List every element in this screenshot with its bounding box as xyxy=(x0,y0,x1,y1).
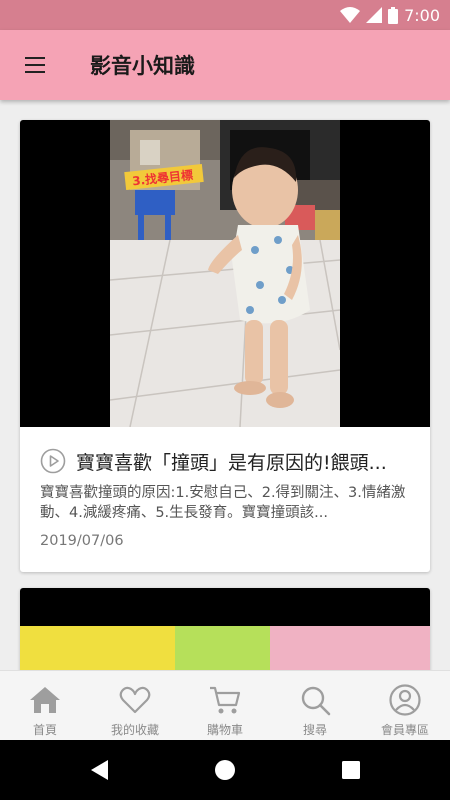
signal-icon xyxy=(366,7,383,23)
nav-account-label: 會員專區 xyxy=(380,723,429,737)
nav-favorites[interactable]: 我的收藏 xyxy=(90,671,180,741)
nav-search-label: 搜尋 xyxy=(302,723,327,737)
video-card[interactable]: 3.找尋目標 寶寶喜歡「撞頭」是有原因的!餵頭... 寶寶喜歡撞頭的原因:1.安… xyxy=(20,120,430,572)
nav-home[interactable]: 首頁 xyxy=(0,671,90,741)
hamburger-menu-icon xyxy=(25,57,45,73)
nav-cart[interactable]: 購物車 xyxy=(180,671,270,741)
video-card[interactable] xyxy=(20,588,430,670)
status-icons: 7:00 xyxy=(340,5,440,25)
recents-icon[interactable] xyxy=(339,758,363,782)
thumbnail-photo xyxy=(270,626,430,670)
card-description: 寶寶喜歡撞頭的原因:1.安慰自己、2.得到關注、3.情緒激動、4.減緩疼痛、5.… xyxy=(40,485,406,521)
video-thumbnail[interactable] xyxy=(20,588,430,670)
card-title-row[interactable]: 寶寶喜歡「撞頭」是有原因的!餵頭... xyxy=(40,446,410,476)
home-button-icon[interactable] xyxy=(213,758,237,782)
video-thumbnail[interactable]: 3.找尋目標 xyxy=(20,120,430,427)
home-icon xyxy=(30,687,60,713)
play-circle-icon xyxy=(40,448,66,474)
nav-home-label: 首頁 xyxy=(32,723,57,737)
search-icon xyxy=(301,686,331,716)
nav-search[interactable]: 搜尋 xyxy=(270,671,360,741)
card-date: 2019/07/06 xyxy=(40,533,124,549)
nav-cart-label: 購物車 xyxy=(206,723,243,737)
status-time: 7:00 xyxy=(404,5,440,25)
thumbnail-photo: 3.找尋目標 xyxy=(110,120,340,427)
status-bar: 7:00 xyxy=(0,0,450,30)
menu-button[interactable] xyxy=(16,47,52,83)
card-title: 寶寶喜歡「撞頭」是有原因的!餵頭... xyxy=(76,451,387,474)
thumbnail-photo xyxy=(175,626,270,670)
nav-favorites-label: 我的收藏 xyxy=(110,723,159,737)
wifi-icon xyxy=(340,7,361,23)
system-navigation-bar xyxy=(0,740,450,800)
heart-icon xyxy=(119,686,151,714)
video-feed[interactable]: 3.找尋目標 寶寶喜歡「撞頭」是有原因的!餵頭... 寶寶喜歡撞頭的原因:1.安… xyxy=(0,100,450,670)
account-icon xyxy=(389,684,421,716)
thumbnail-photo xyxy=(20,626,175,670)
page-title: 影音小知識 xyxy=(90,54,195,78)
nav-account[interactable]: 會員專區 xyxy=(360,671,450,741)
battery-icon xyxy=(388,6,399,24)
bottom-navigation: 首頁 我的收藏 購物車 搜尋 會員專區 xyxy=(0,670,450,741)
cart-icon xyxy=(210,686,241,714)
app-bar: 影音小知識 xyxy=(0,30,450,100)
back-icon[interactable] xyxy=(88,758,112,782)
